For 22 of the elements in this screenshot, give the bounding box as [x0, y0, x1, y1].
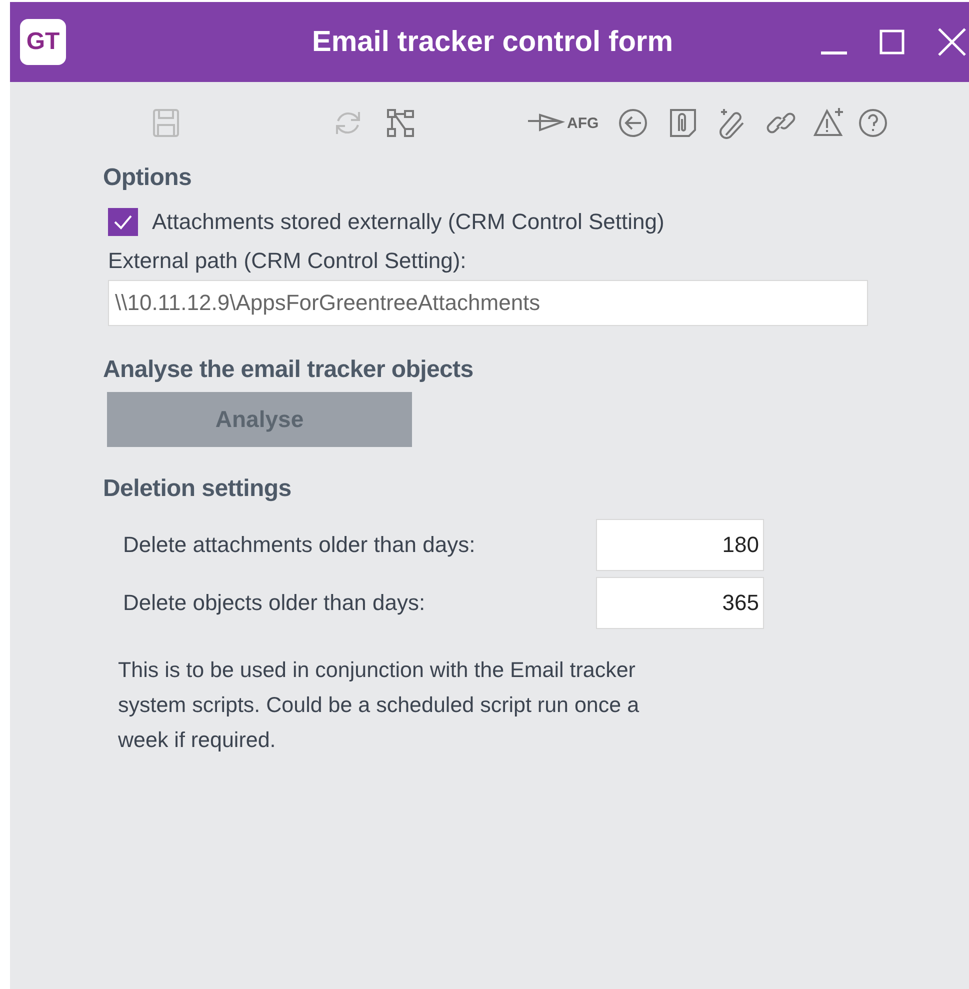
section-heading: Analyse the email tracker objects [103, 356, 474, 384]
help-tool[interactable] [856, 107, 889, 139]
warning-add-tool[interactable] [812, 107, 845, 139]
section-heading: Deletion settings [103, 475, 292, 503]
maximize-icon[interactable] [879, 29, 905, 55]
field-label: External path (CRM Control Setting): [108, 248, 468, 274]
section-heading: Options [103, 164, 193, 192]
back-tool[interactable] [616, 107, 649, 139]
window-title: Email tracker control form [311, 26, 674, 58]
checkbox[interactable] [108, 208, 138, 236]
close-icon[interactable] [937, 27, 967, 57]
days-field[interactable]: 365 [596, 577, 764, 629]
send-tool[interactable]: AFG [526, 107, 599, 139]
checkbox-label: Attachments stored externally (CRM Control Setting) [152, 209, 664, 235]
field-label: Delete attachments older than days: [123, 532, 476, 558]
field-label: Delete objects older than days: [123, 590, 426, 616]
checkmark-icon [113, 214, 133, 230]
network-tool[interactable] [384, 107, 416, 139]
days-field[interactable]: 180 [596, 519, 764, 571]
info-text: This is to be used in conjunction with the Email tracker system scripts. Could be a scheduled script run once a week if required. [118, 657, 640, 754]
path-field[interactable]: \\10.11.12.9\AppsForGreentreeAttachments [108, 280, 868, 326]
app-logo: GT [20, 19, 66, 65]
